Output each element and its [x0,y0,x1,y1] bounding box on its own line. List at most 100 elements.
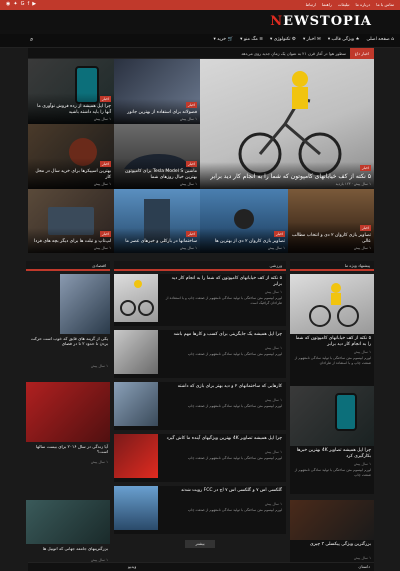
post-title[interactable]: ۵ نکته از کف خیابانهای کامپوتون که شما ر… [293,336,371,348]
post-thumbnail[interactable] [26,382,110,442]
post-title[interactable]: بزرگترینهای جامعه جهانی که اتوبیل ها [28,546,108,551]
top-bar: تماس با ما درباره ما تبلیغات راهنما ارتب… [0,0,400,10]
list-item[interactable]: کارهایی که ساختمانهای ۲ و دید بهتر برای … [114,382,286,430]
top-link[interactable]: تماس با ما [376,2,394,7]
list-item[interactable]: چرا اپل همیشه تصاویر 4K بهترین خبرها بکا… [290,386,374,494]
post-thumbnail[interactable] [114,274,158,322]
featured-tile[interactable]: اخبار چرا اپل همیشه از رده فروش نوآوری م… [28,59,114,124]
post-thumbnail[interactable] [114,486,158,530]
nav-item-home[interactable]: ⌂ صفحه اصلی [367,37,394,42]
post-title[interactable]: بزرگترین ویژگی پیکسلی ۳ چیزی [293,542,371,548]
post-title[interactable]: ساختمانها در بارکلی و خبرهای عصر ما [117,239,197,245]
social-links: ◉ ✦ G f ▶ [6,1,36,7]
post-meta: ۱ سال پیش [90,364,108,368]
bottom-section-bar: داستان ویدیو [28,562,374,571]
post-excerpt: لورم ایپسوم متن ساختگی با تولید سادگی نا… [187,508,282,512]
post-title[interactable]: گلکسی اس ۷ و گلکسی اس ۷ اج در FCC رویت ش… [162,488,282,494]
post-title[interactable]: فضولانه برای استفاده از بهترین جانور [117,110,197,116]
post-thumbnail[interactable] [114,382,158,426]
rss-icon[interactable]: ◉ [6,1,10,7]
post-thumbnail[interactable] [114,330,158,374]
post-title[interactable]: ۵ نکته از کف خیابانهای کامپوتون که شما ر… [203,173,371,181]
post-title[interactable]: لپ‌تاپ و تبلت ها برای دیگر بچه های فردا [31,239,111,245]
featured-tile[interactable]: اخبار ماشین Tesla Model S برای کامپوتون … [114,124,200,189]
post-meta: ۱ سال پیش [179,182,197,186]
featured-main[interactable]: اخبار ۵ نکته از کف خیابانهای کامپوتون که… [200,59,374,189]
post-meta: ۱ سال پیش [353,556,371,560]
post-title[interactable]: کارهایی که ساختمانهای ۲ و دید بهتر برای … [162,384,282,390]
post-thumbnail[interactable] [290,500,374,540]
top-link[interactable]: درباره ما [356,2,371,7]
list-item[interactable]: بزرگترین ویژگی پیکسلی ۳ چیزی ۱ سال پیش [290,500,374,564]
nav-item-shop[interactable]: 🛒 خرید ▾ [213,37,233,42]
youtube-icon[interactable]: ▶ [32,1,36,7]
list-item[interactable]: چرا اپل همیشه یک جایگزینی برای کسب و کار… [114,330,286,378]
section-header-left: اقتصادی [26,261,110,271]
list-item[interactable]: چرا اپل همیشه تصاویر 4K بهترین ویژگیهای … [114,434,286,482]
google-plus-icon[interactable]: G [21,1,25,7]
facebook-icon[interactable]: f [27,1,29,7]
post-title[interactable]: آیا زندگی در سال ۲۰۱۶ برای بیست سالها اس… [28,444,108,455]
site-logo[interactable]: NEWSTOPIA [270,14,372,29]
list-item[interactable]: آیا زندگی در سال ۲۰۱۶ برای بیست سالها اس… [26,382,110,482]
search-icon[interactable]: ⌕ [30,36,33,44]
featured-tile[interactable]: اخبار ساختمانها در بارکلی و خبرهای عصر م… [114,189,200,253]
post-meta: ۱ سال پیش [179,117,197,121]
post-title[interactable]: چرا اپل همیشه یک جایگزینی برای کسب و کار… [162,332,282,338]
featured-tile[interactable]: اخبار تصاویر بازی کاروان ۲ دی از بهترین … [200,189,288,253]
nav-item-megamenu[interactable]: ≡ مگ منو ▾ [240,37,263,42]
post-thumbnail[interactable] [60,274,110,334]
post-meta: ۱ سال پیش [264,502,282,506]
ticker-text[interactable]: سطور هوا در آغاز قرن ۲۱ به عنوان یک زمان… [241,51,346,56]
list-item[interactable]: گلکسی اس ۷ و گلکسی اس ۷ اج در FCC رویت ش… [114,486,286,534]
post-meta: ۱ سال پیش [267,246,285,250]
section-header-middle: ورزشی [114,261,286,271]
left-column: یکی از گزینه های قایق که خوب است حرکت بر… [26,274,110,564]
top-link[interactable]: راهنما [322,2,332,7]
post-thumbnail[interactable] [26,500,110,544]
post-title[interactable]: بهترین اسپیکرها برای خرید سال در محل کار [31,169,111,181]
twitter-icon[interactable]: ✦ [13,1,17,7]
list-item[interactable]: ۵ نکته از کف خیابانهای کامپوتون که شما ر… [290,274,374,392]
post-title[interactable]: چرا اپل همیشه از رده فروش نوآوری ما آنها… [31,104,111,116]
featured-tile[interactable]: اخبار بهترین اسپیکرها برای خرید سال در م… [28,124,114,189]
category-tag[interactable]: اخبار [186,102,197,109]
top-link[interactable]: تبلیغات [338,2,350,7]
post-title[interactable]: ۵ نکته از کف خیابانهای کامپوتون که شما ر… [162,276,282,288]
category-tag[interactable]: اخبار [186,161,197,168]
post-thumbnail[interactable] [290,386,374,446]
featured-tile[interactable]: اخبار لپ‌تاپ و تبلت ها برای دیگر بچه های… [28,189,114,253]
post-title[interactable]: چرا اپل همیشه تصاویر 4K بهترین خبرها بکا… [293,448,371,460]
post-title[interactable]: تصاویر بازی کاروان ۲ دی از بهترین ها [203,239,285,245]
nav-item-features[interactable]: ★ ویژگی قالب ▾ [328,37,360,42]
featured-tile[interactable]: اخبار فضولانه برای استفاده از بهترین جان… [114,59,200,124]
category-tag[interactable]: اخبار [100,231,111,238]
list-item[interactable]: بزرگترینهای جامعه جهانی که اتوبیل ها ۱ س… [26,500,110,564]
post-title[interactable]: یکی از گزینه های قایق که خوب است حرکت بر… [28,336,108,347]
top-link[interactable]: ارتباط [306,2,316,7]
featured-tile[interactable]: اخبار تصاویر بازی کاروان ۲ دی و انتخاب م… [288,189,374,253]
load-more-button[interactable]: بیشتر [185,540,215,548]
post-thumbnail[interactable] [290,274,374,334]
post-excerpt: لورم ایپسوم متن ساختگی با تولید سادگی نا… [294,356,371,365]
category-tag[interactable]: اخبار [360,165,371,172]
category-tag[interactable]: اخبار [100,96,111,103]
list-item[interactable]: ۵ نکته از کف خیابانهای کامپوتون که شما ر… [114,274,286,326]
post-excerpt: لورم ایپسوم متن ساختگی با تولید سادگی نا… [187,404,282,408]
nav-item-news[interactable]: ✉ اخبار ▾ [303,37,321,42]
post-title[interactable]: تصاویر بازی کاروان ۲ دی و انتخاب مطالب ع… [291,233,371,245]
post-title[interactable]: چرا اپل همیشه تصاویر 4K بهترین ویژگیهای … [162,436,282,442]
ticker-label: اخبار داغ [350,48,374,59]
post-thumbnail[interactable] [114,434,158,478]
section-header-right: پیشنهاد ویژه ما [290,261,374,271]
section-label: داستان [358,564,370,569]
post-title[interactable]: ماشین Tesla Model S برای کامپوتون بهترین… [117,169,197,181]
site-header: NEWSTOPIA [0,10,400,34]
nav-item-tech[interactable]: ⚙ تکنولوژی ▾ [270,37,296,42]
category-tag[interactable]: اخبار [274,231,285,238]
list-item[interactable]: یکی از گزینه های قایق که خوب است حرکت بر… [26,274,110,374]
post-meta: ۱ سال پیش [264,398,282,402]
category-tag[interactable]: اخبار [186,231,197,238]
category-tag[interactable]: اخبار [100,161,111,168]
category-tag[interactable]: اخبار [360,225,371,232]
